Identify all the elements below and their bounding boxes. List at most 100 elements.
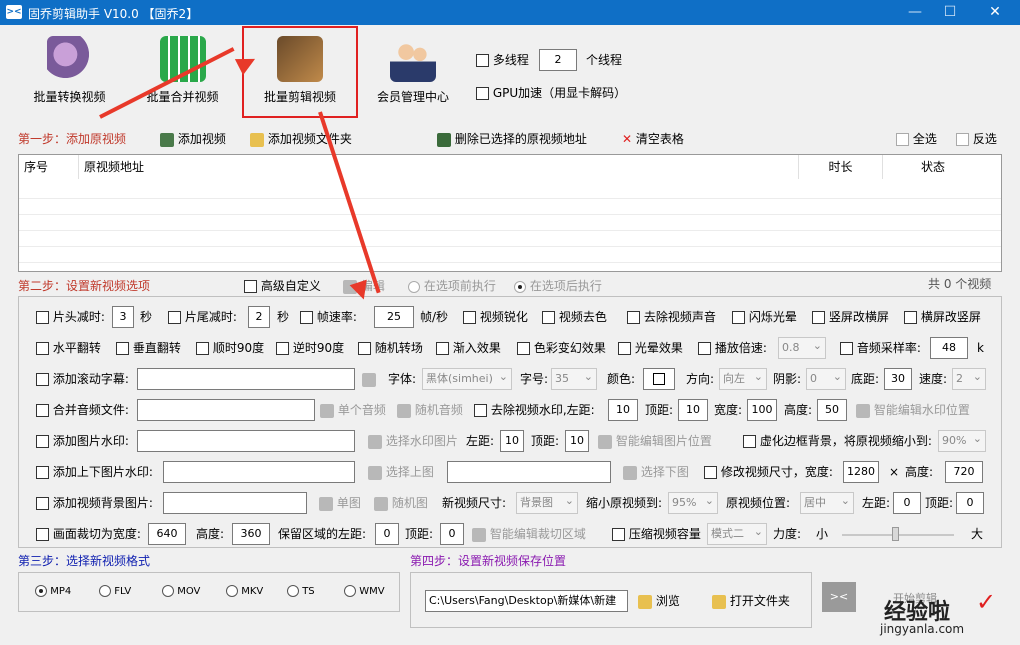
shrink-select[interactable]: 95% (668, 491, 718, 514)
hflip-checkbox[interactable] (36, 342, 49, 355)
crop-checkbox[interactable] (36, 528, 49, 541)
compress-checkbox[interactable] (612, 528, 625, 541)
format-ts[interactable]: TS (287, 581, 315, 603)
tail-cut-option[interactable]: 片尾减时: (168, 306, 237, 328)
desat-checkbox[interactable] (542, 311, 555, 324)
speed-option[interactable]: 播放倍速: (698, 337, 767, 359)
img-wm-input[interactable] (137, 430, 355, 452)
shadow-select[interactable]: 0 (806, 367, 846, 390)
format-mkv[interactable]: MKV (226, 581, 263, 603)
format-flv[interactable]: FLV (99, 581, 131, 603)
invert-selection-button[interactable]: 反选 (956, 128, 997, 150)
fps-checkbox[interactable] (300, 311, 313, 324)
sharpen-option[interactable]: 视频锐化 (463, 306, 528, 328)
flash-option[interactable]: 闪烁光晕 (732, 306, 797, 328)
desat-option[interactable]: 视频去色 (542, 306, 607, 328)
close-button[interactable]: ✕ (980, 2, 1010, 22)
tb-wm-option[interactable]: 添加上下图片水印: (36, 461, 153, 483)
fps-input[interactable]: 25 (374, 306, 414, 328)
resize-option[interactable]: 修改视频尺寸，宽度: (704, 461, 833, 483)
img-left-input[interactable]: 10 (500, 430, 524, 452)
h2v-option[interactable]: 横屏改竖屏 (904, 306, 981, 328)
member-center-button[interactable]: 会员管理中心 (367, 28, 459, 116)
bg-top-input[interactable]: 0 (956, 492, 984, 514)
v2h-checkbox[interactable] (812, 311, 825, 324)
mp4-radio[interactable] (35, 585, 47, 597)
fade-in-checkbox[interactable] (436, 342, 449, 355)
scroll-speed-select[interactable]: 2 (952, 367, 986, 390)
crop-option[interactable]: 画面裁切为宽度: (36, 523, 141, 545)
vflip-option[interactable]: 垂直翻转 (116, 337, 181, 359)
new-size-select[interactable]: 背景图 (516, 491, 578, 514)
remove-wm-checkbox[interactable] (474, 404, 487, 417)
color-effect-checkbox[interactable] (517, 342, 530, 355)
tb-wm-checkbox[interactable] (36, 466, 49, 479)
head-cut-option[interactable]: 片头减时: (36, 306, 105, 328)
ccw90-option[interactable]: 逆时90度 (276, 337, 344, 359)
bg-image-checkbox[interactable] (36, 497, 49, 510)
speed-checkbox[interactable] (698, 342, 711, 355)
before-option[interactable]: 在选项前执行 (408, 275, 496, 297)
halo-option[interactable]: 光晕效果 (618, 337, 683, 359)
resize-checkbox[interactable] (704, 466, 717, 479)
keep-top-input[interactable]: 0 (440, 523, 464, 545)
mute-checkbox[interactable] (627, 311, 640, 324)
thread-count-input[interactable]: 2 (539, 49, 577, 71)
add-video-button[interactable]: 添加视频 (160, 128, 226, 150)
add-folder-button[interactable]: 添加视频文件夹 (250, 128, 352, 150)
random-audio-button[interactable]: 随机音频 (397, 399, 463, 421)
merge-audio-input[interactable] (137, 399, 315, 421)
rand-trans-checkbox[interactable] (358, 342, 371, 355)
format-wmv[interactable]: WMV (344, 581, 385, 603)
tail-cut-checkbox[interactable] (168, 311, 181, 324)
img-top-input[interactable]: 10 (565, 430, 589, 452)
top-image-input[interactable] (163, 461, 355, 483)
format-mp4[interactable]: MP4 (35, 581, 71, 603)
save-path-input[interactable]: C:\Users\Fang\Desktop\新媒体\新建 (425, 590, 628, 612)
single-bg-button[interactable]: 单图 (319, 492, 361, 514)
blur-bg-checkbox[interactable] (743, 435, 756, 448)
mute-option[interactable]: 去除视频声音 (627, 306, 716, 328)
speed-select[interactable]: 0.8 (778, 336, 826, 359)
merge-audio-option[interactable]: 合并音频文件: (36, 399, 129, 421)
bg-image-option[interactable]: 添加视频背景图片: (36, 492, 153, 514)
cw90-checkbox[interactable] (196, 342, 209, 355)
wm-height-input[interactable]: 50 (817, 399, 847, 421)
compress-option[interactable]: 压缩视频容量 (612, 523, 701, 545)
browse-button[interactable]: 浏览 (638, 590, 680, 612)
fps-option[interactable]: 帧速率: (300, 306, 357, 328)
v2h-option[interactable]: 竖屏改横屏 (812, 306, 889, 328)
delete-selected-button[interactable]: 删除已选择的原视频地址 (437, 128, 587, 150)
blur-scale-select[interactable]: 90% (938, 429, 986, 452)
batch-convert-button[interactable]: 批量转换视频 (22, 28, 117, 116)
multithread-checkbox[interactable] (476, 54, 489, 67)
color-picker[interactable] (643, 368, 675, 390)
before-radio[interactable] (408, 280, 420, 293)
halo-checkbox[interactable] (618, 342, 631, 355)
scroll-text-input[interactable] (137, 368, 355, 390)
smart-crop-button[interactable]: 智能编辑裁切区域 (472, 523, 586, 545)
sample-option[interactable]: 音频采样率: (840, 337, 921, 359)
gpu-checkbox[interactable] (476, 87, 489, 100)
advanced-checkbox[interactable] (244, 280, 257, 293)
blur-bg-option[interactable]: 虚化边框背景，将原视频缩小到: (743, 430, 932, 452)
after-radio[interactable] (514, 280, 526, 293)
bottom-margin-input[interactable]: 30 (884, 368, 912, 390)
scroll-edit-icon[interactable] (362, 368, 376, 390)
remove-wm-option[interactable]: 去除视频水印,左距: (474, 399, 595, 421)
sample-input[interactable]: 48 (930, 337, 968, 359)
force-slider-thumb[interactable] (892, 527, 899, 541)
single-audio-button[interactable]: 单个音频 (320, 399, 386, 421)
multithread-option[interactable]: 多线程 (476, 49, 529, 71)
head-cut-input[interactable]: 3 (112, 306, 134, 328)
pick-bottom-image-button[interactable]: 选择下图 (623, 461, 689, 483)
merge-audio-checkbox[interactable] (36, 404, 49, 417)
mkv-radio[interactable] (226, 585, 238, 597)
head-cut-checkbox[interactable] (36, 311, 49, 324)
scroll-text-option[interactable]: 添加滚动字幕: (36, 368, 129, 390)
direction-select[interactable]: 向左 (719, 367, 767, 390)
start-edit-icon[interactable]: >< (822, 582, 856, 612)
position-select[interactable]: 居中 (800, 491, 854, 514)
h2v-checkbox[interactable] (904, 311, 917, 324)
format-mov[interactable]: MOV (162, 581, 200, 603)
